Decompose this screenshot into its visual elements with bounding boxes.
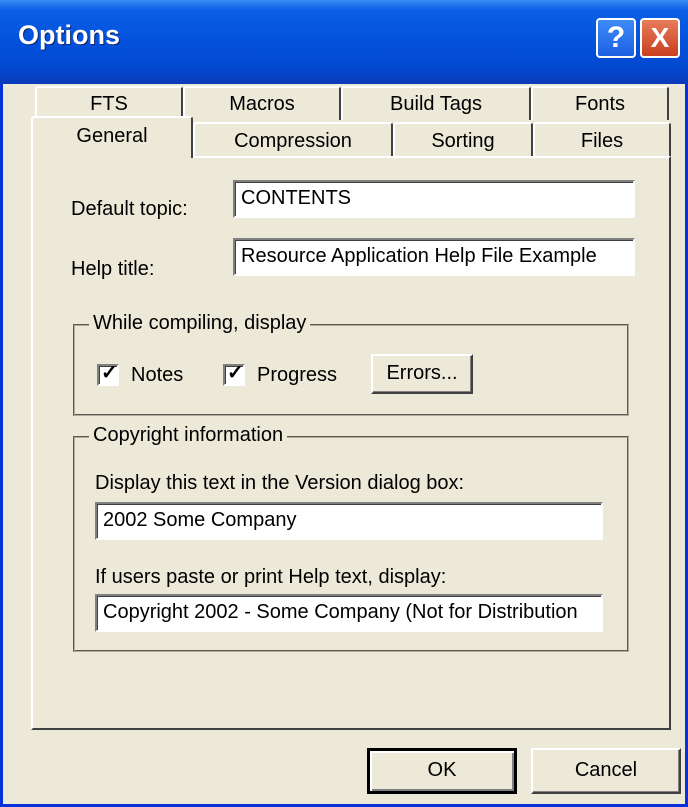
ok-button[interactable]: OK (367, 748, 517, 794)
progress-checkbox[interactable]: ✓ (223, 362, 245, 386)
help-title-input[interactable]: Resource Application Help File Example (233, 238, 635, 276)
tab-macros[interactable]: Macros (183, 86, 341, 120)
help-icon[interactable]: ? (596, 18, 636, 58)
copyright-legend: Copyright information (89, 424, 288, 447)
default-topic-input[interactable]: CONTENTS (233, 180, 635, 218)
tab-compression[interactable]: Compression (193, 122, 393, 158)
window-title: Options (18, 20, 120, 50)
checkmark-icon: ✓ (227, 362, 244, 384)
default-topic-label: Default topic: (71, 198, 188, 220)
checkmark-icon: ✓ (101, 362, 118, 384)
title-bar[interactable]: Options ? X (0, 0, 688, 84)
close-icon[interactable]: X (640, 18, 680, 58)
errors-button[interactable]: Errors... (371, 354, 473, 394)
help-title-label: Help title: (71, 258, 155, 280)
version-text-input[interactable]: 2002 Some Company (95, 502, 603, 540)
cancel-button[interactable]: Cancel (531, 748, 681, 794)
tab-fts[interactable]: FTS (35, 86, 183, 120)
tab-files[interactable]: Files (533, 122, 671, 158)
options-dialog: Options ? X FTS Macros Build Tags Fonts … (0, 0, 688, 807)
tab-sorting[interactable]: Sorting (393, 122, 533, 158)
tab-build-tags[interactable]: Build Tags (341, 86, 531, 120)
progress-label[interactable]: Progress (257, 364, 337, 387)
notes-label[interactable]: Notes (131, 364, 183, 387)
paste-text-input[interactable]: Copyright 2002 - Some Company (Not for D… (95, 594, 603, 632)
compile-display-legend: While compiling, display (89, 312, 311, 335)
version-text-label: Display this text in the Version dialog … (95, 472, 465, 494)
tab-general[interactable]: General (31, 116, 193, 158)
notes-checkbox[interactable]: ✓ (97, 362, 119, 386)
tab-fonts[interactable]: Fonts (531, 86, 669, 120)
paste-text-label: If users paste or print Help text, displ… (95, 566, 447, 588)
